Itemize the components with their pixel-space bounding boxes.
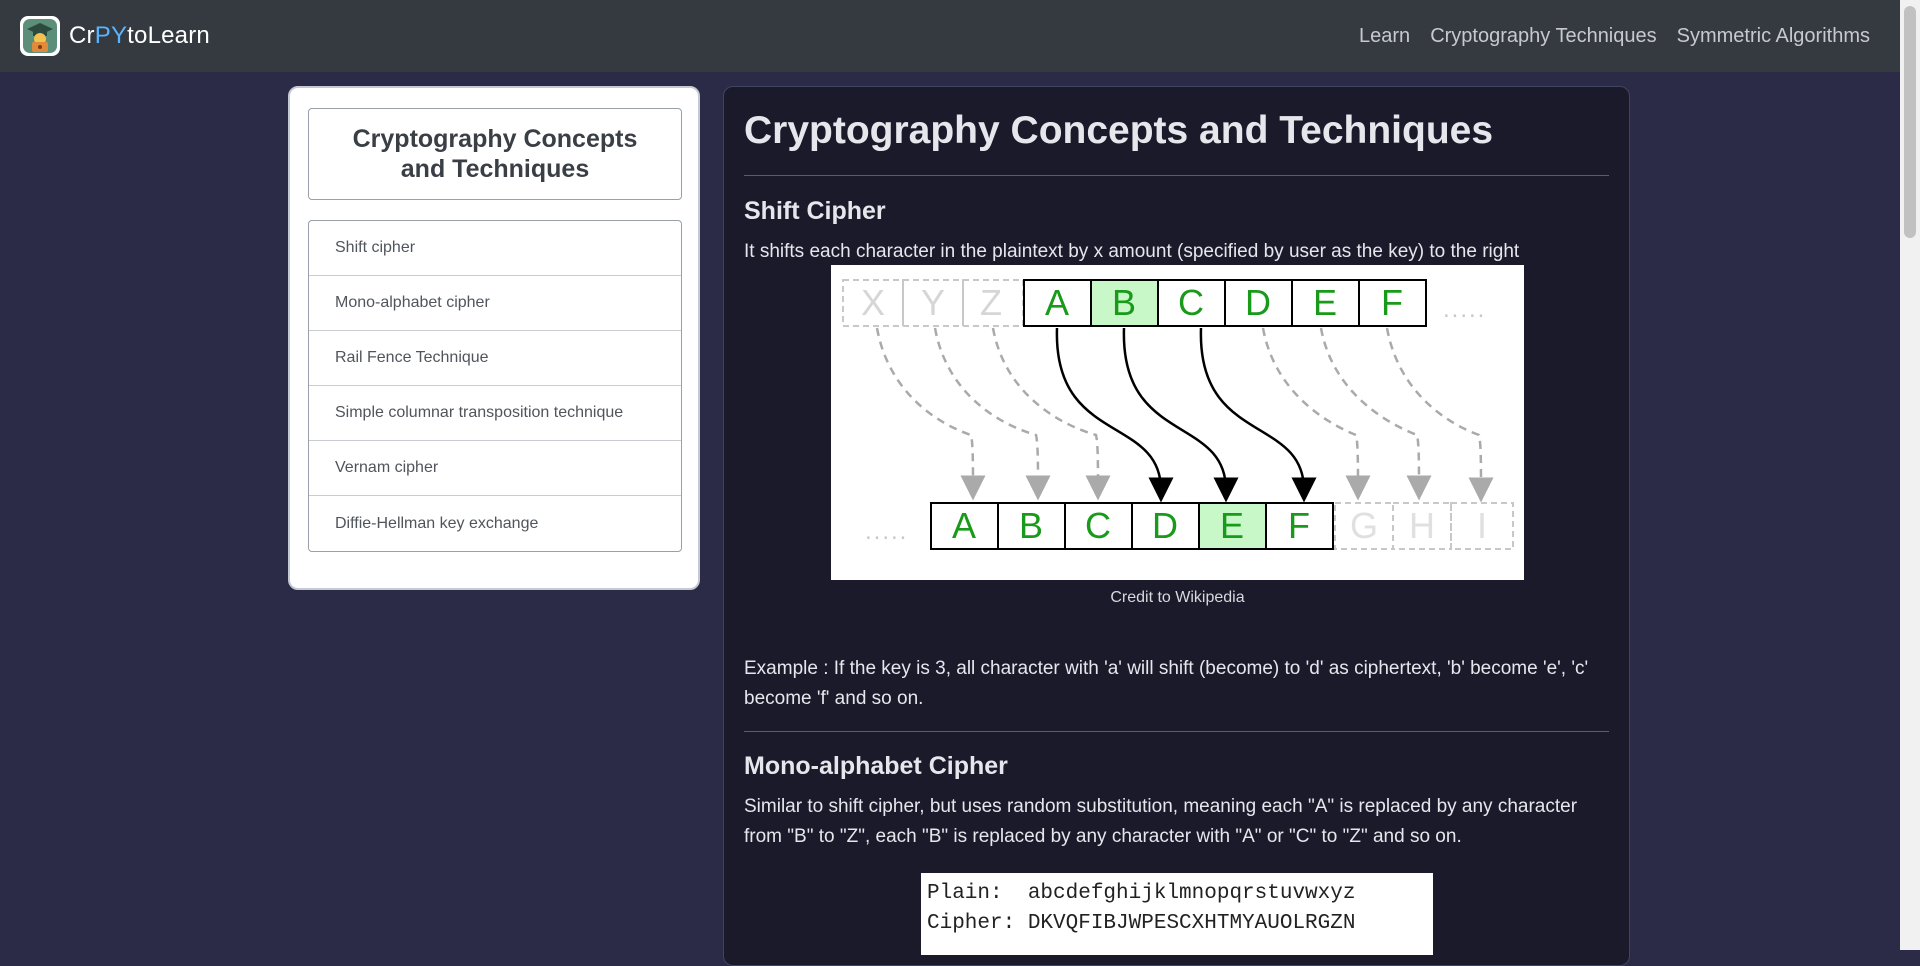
sidebar-item-mono-alphabet-cipher[interactable]: Mono-alphabet cipher [309, 276, 681, 331]
section-divider [744, 731, 1609, 732]
top-letter: A [1045, 282, 1069, 323]
bottom-letter: D [1152, 505, 1178, 546]
bottom-letter-row: A B C D E F [930, 502, 1334, 550]
bottom-letter: F [1288, 505, 1310, 546]
bottom-ellipsis: ..... [865, 518, 908, 545]
cipher-alphabet-line: Cipher: DKVQFIBJWPESCXHTMYAUOLRGZN [927, 912, 1356, 935]
plain-alphabet-line: Plain: abcdefghijklmnopqrstuvwxyz [927, 882, 1356, 905]
bottom-faded-letter: H [1409, 505, 1435, 546]
brand-name: CrPYtoLearn [69, 22, 210, 49]
sidebar-item-diffie-hellman[interactable]: Diffie-Hellman key exchange [309, 496, 681, 551]
top-letter: F [1381, 282, 1403, 323]
top-letter-row: A B C D E F [1023, 279, 1427, 327]
mono-alphabet-cipher-description: Similar to shift cipher, but uses random… [744, 796, 1578, 847]
mono-alphabet-cipher-heading: Mono-alphabet Cipher [744, 752, 1008, 780]
top-faded-letter: Z [980, 282, 1002, 323]
top-ellipsis: ..... [1443, 296, 1486, 323]
faded-shift-arrows [875, 327, 1494, 503]
crypto-learn-logo-icon [20, 16, 60, 56]
shift-cipher-example: Example : If the key is 3, all character… [744, 658, 1589, 709]
top-letter: C [1178, 282, 1204, 323]
sidebar-item-rail-fence[interactable]: Rail Fence Technique [309, 331, 681, 386]
sidebar-card: Cryptography Concepts and Techniques Shi… [288, 86, 700, 590]
sidebar-title: Cryptography Concepts and Techniques [308, 108, 682, 200]
top-letter: B [1112, 282, 1136, 323]
bottom-letter: E [1220, 505, 1244, 546]
top-faded-letter: Y [921, 282, 945, 323]
bottom-letter: C [1085, 505, 1111, 546]
top-faded-boxes: X Y Z [842, 279, 1024, 327]
main-content-card: Cryptography Concepts and Techniques Shi… [723, 86, 1630, 966]
figure-caption: Credit to Wikipedia [1110, 589, 1245, 606]
bottom-letter: B [1019, 505, 1043, 546]
shift-cipher-heading: Shift Cipher [744, 197, 886, 225]
scrollbar-thumb[interactable] [1904, 6, 1916, 238]
shift-cipher-diagram: X Y Z A B C D E F ..... ..... A B C D E … [831, 265, 1524, 580]
sidebar-item-vernam-cipher[interactable]: Vernam cipher [309, 441, 681, 496]
brand-link[interactable]: CrPYtoLearn [20, 16, 210, 56]
sidebar-item-shift-cipher[interactable]: Shift cipher [309, 221, 681, 276]
bottom-faded-boxes: G H I [1334, 502, 1514, 550]
sidebar-item-columnar-transposition[interactable]: Simple columnar transposition technique [309, 386, 681, 441]
nav-link-symmetric-algorithms[interactable]: Symmetric Algorithms [1677, 25, 1870, 48]
sidebar-list: Shift cipher Mono-alphabet cipher Rail F… [308, 220, 682, 552]
nav-link-cryptography-techniques[interactable]: Cryptography Techniques [1430, 25, 1656, 48]
nav-links: Learn Cryptography Techniques Symmetric … [1359, 25, 1870, 48]
mono-alphabet-example-image: Plain: abcdefghijklmnopqrstuvwxyz Cipher… [921, 873, 1433, 955]
bottom-letter: A [952, 505, 976, 546]
top-letter: E [1313, 282, 1337, 323]
title-divider [744, 175, 1609, 176]
top-letter: D [1245, 282, 1271, 323]
nav-link-learn[interactable]: Learn [1359, 25, 1410, 48]
page-title: Cryptography Concepts and Techniques [744, 109, 1494, 152]
navbar: CrPYtoLearn Learn Cryptography Technique… [0, 0, 1900, 72]
page-scrollbar[interactable] [1900, 0, 1920, 950]
bottom-faded-letter: G [1350, 505, 1378, 546]
bottom-faded-letter: I [1477, 505, 1487, 546]
shift-cipher-diagram-svg: X Y Z A B C D E F ..... ..... A B C D E … [842, 279, 1514, 550]
top-faded-letter: X [861, 282, 885, 323]
shift-cipher-description: It shifts each character in the plaintex… [744, 241, 1520, 262]
shift-arrows [1055, 327, 1317, 503]
